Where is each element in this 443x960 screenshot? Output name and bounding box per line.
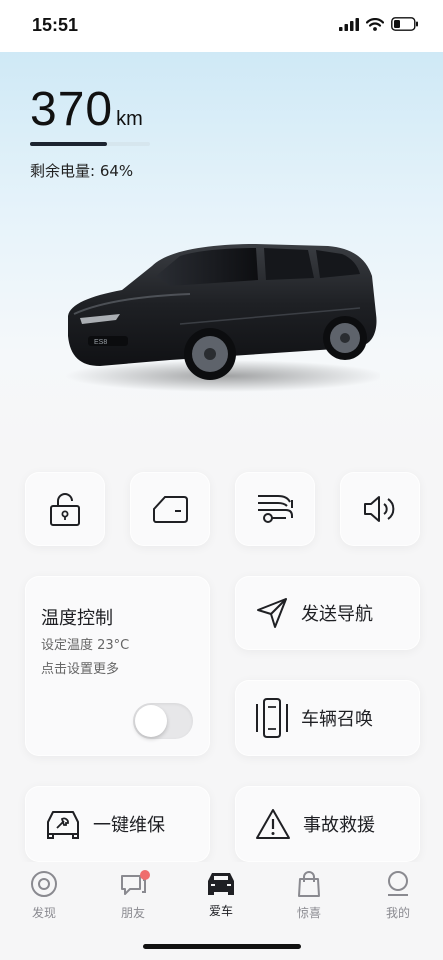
status-bar: 15:51 [0,0,443,52]
warning-icon [256,809,290,839]
discover-icon [31,871,57,897]
climate-hint: 点击设置更多 [41,662,120,677]
speaker-icon [364,496,395,522]
battery-status-icon [391,17,418,31]
vehicle-summon-label: 车辆召唤 [301,709,373,730]
tab-surprise-label: 惊喜 [296,906,321,920]
car-image[interactable]: ES8 [60,236,380,396]
signal-icon [339,17,359,31]
range-display: 370 km [30,82,143,137]
climate-title: 温度控制 [41,608,113,629]
tab-surprise[interactable]: 惊喜 [274,870,344,921]
tab-discover-label: 发现 [31,906,56,920]
maintenance-button[interactable]: 一键维保 [25,786,210,862]
wifi-icon [366,17,384,31]
trunk-icon [258,495,293,523]
climate-control-card[interactable]: 温度控制 设定温度 23°C 点击设置更多 [25,576,210,756]
range-value: 370 [30,83,114,136]
climate-toggle[interactable] [133,703,193,739]
status-time: 15:51 [32,15,79,35]
tab-profile-label: 我的 [385,906,410,920]
summon-car-icon [256,698,288,738]
lock-button[interactable] [25,472,105,546]
accident-rescue-label: 事故救援 [303,815,375,836]
maintenance-label: 一键维保 [93,815,165,836]
horn-button[interactable] [340,472,420,546]
home-indicator[interactable] [143,944,301,949]
climate-toggle-knob [135,705,167,737]
profile-icon [388,871,408,896]
battery-progress-fill [30,142,107,146]
accident-rescue-button[interactable]: 事故救援 [235,786,420,862]
send-navigation-label: 发送导航 [301,604,373,625]
send-navigation-button[interactable]: 发送导航 [235,576,420,650]
vehicle-summon-button[interactable]: 车辆召唤 [235,680,420,756]
car-icon [208,873,234,895]
climate-temperature: 设定温度 23°C [41,638,130,653]
lock-icon [50,493,80,526]
tab-friends-label: 朋友 [120,906,145,920]
trunk-button[interactable] [235,472,315,546]
navigation-arrow-icon [257,598,287,628]
tab-friends[interactable]: 朋友 [98,870,168,921]
notification-badge [140,870,150,880]
door-button[interactable] [130,472,210,546]
car-door-icon [153,496,188,523]
status-icons [339,17,419,31]
battery-progress-bar [30,142,150,146]
svg-text:ES8: ES8 [94,339,107,346]
range-unit: km [116,108,143,130]
tab-discover[interactable]: 发现 [9,870,79,921]
tab-profile[interactable]: 我的 [363,870,433,921]
tab-my-car[interactable]: 爱车 [186,870,256,919]
car-wrench-icon [47,811,79,839]
battery-label: 剩余电量: 64% [30,162,134,180]
tab-my-car-label: 爱车 [208,904,233,918]
shopping-bag-icon [298,871,320,897]
